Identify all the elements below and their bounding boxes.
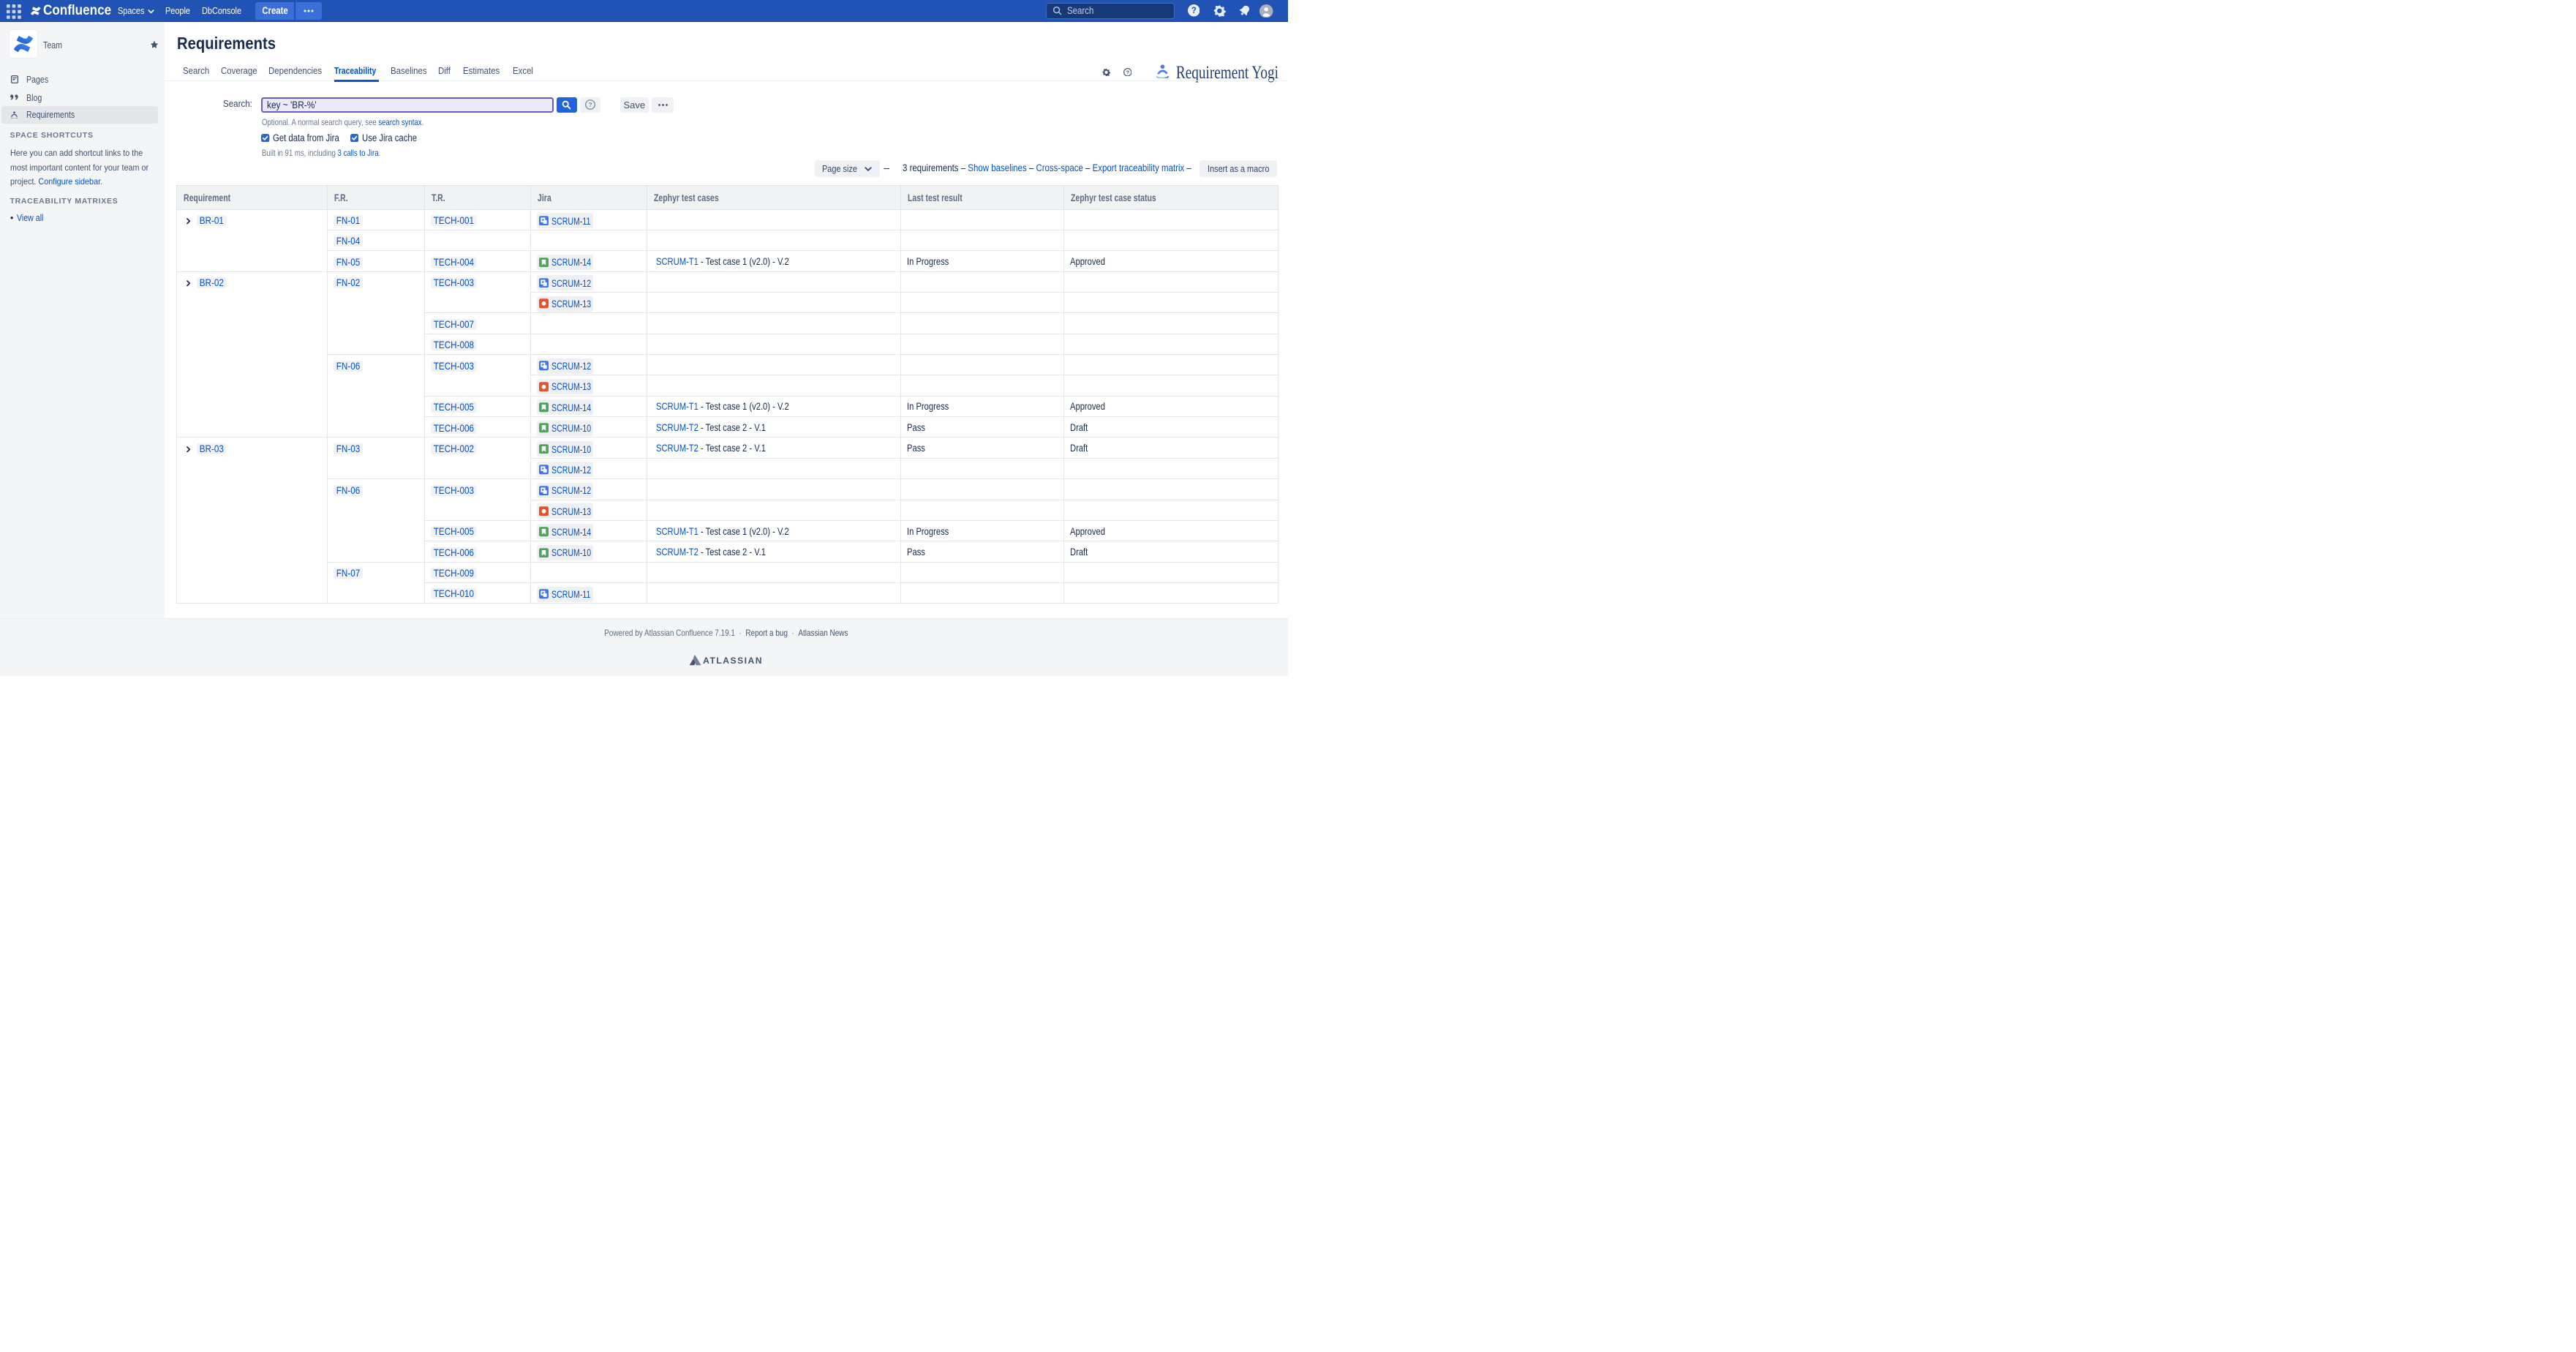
svg-text:?: ?: [1191, 7, 1196, 16]
svg-text:ATLASSIAN: ATLASSIAN: [703, 656, 763, 665]
svg-text:?: ?: [588, 101, 592, 108]
svg-text:?: ?: [1126, 70, 1129, 75]
